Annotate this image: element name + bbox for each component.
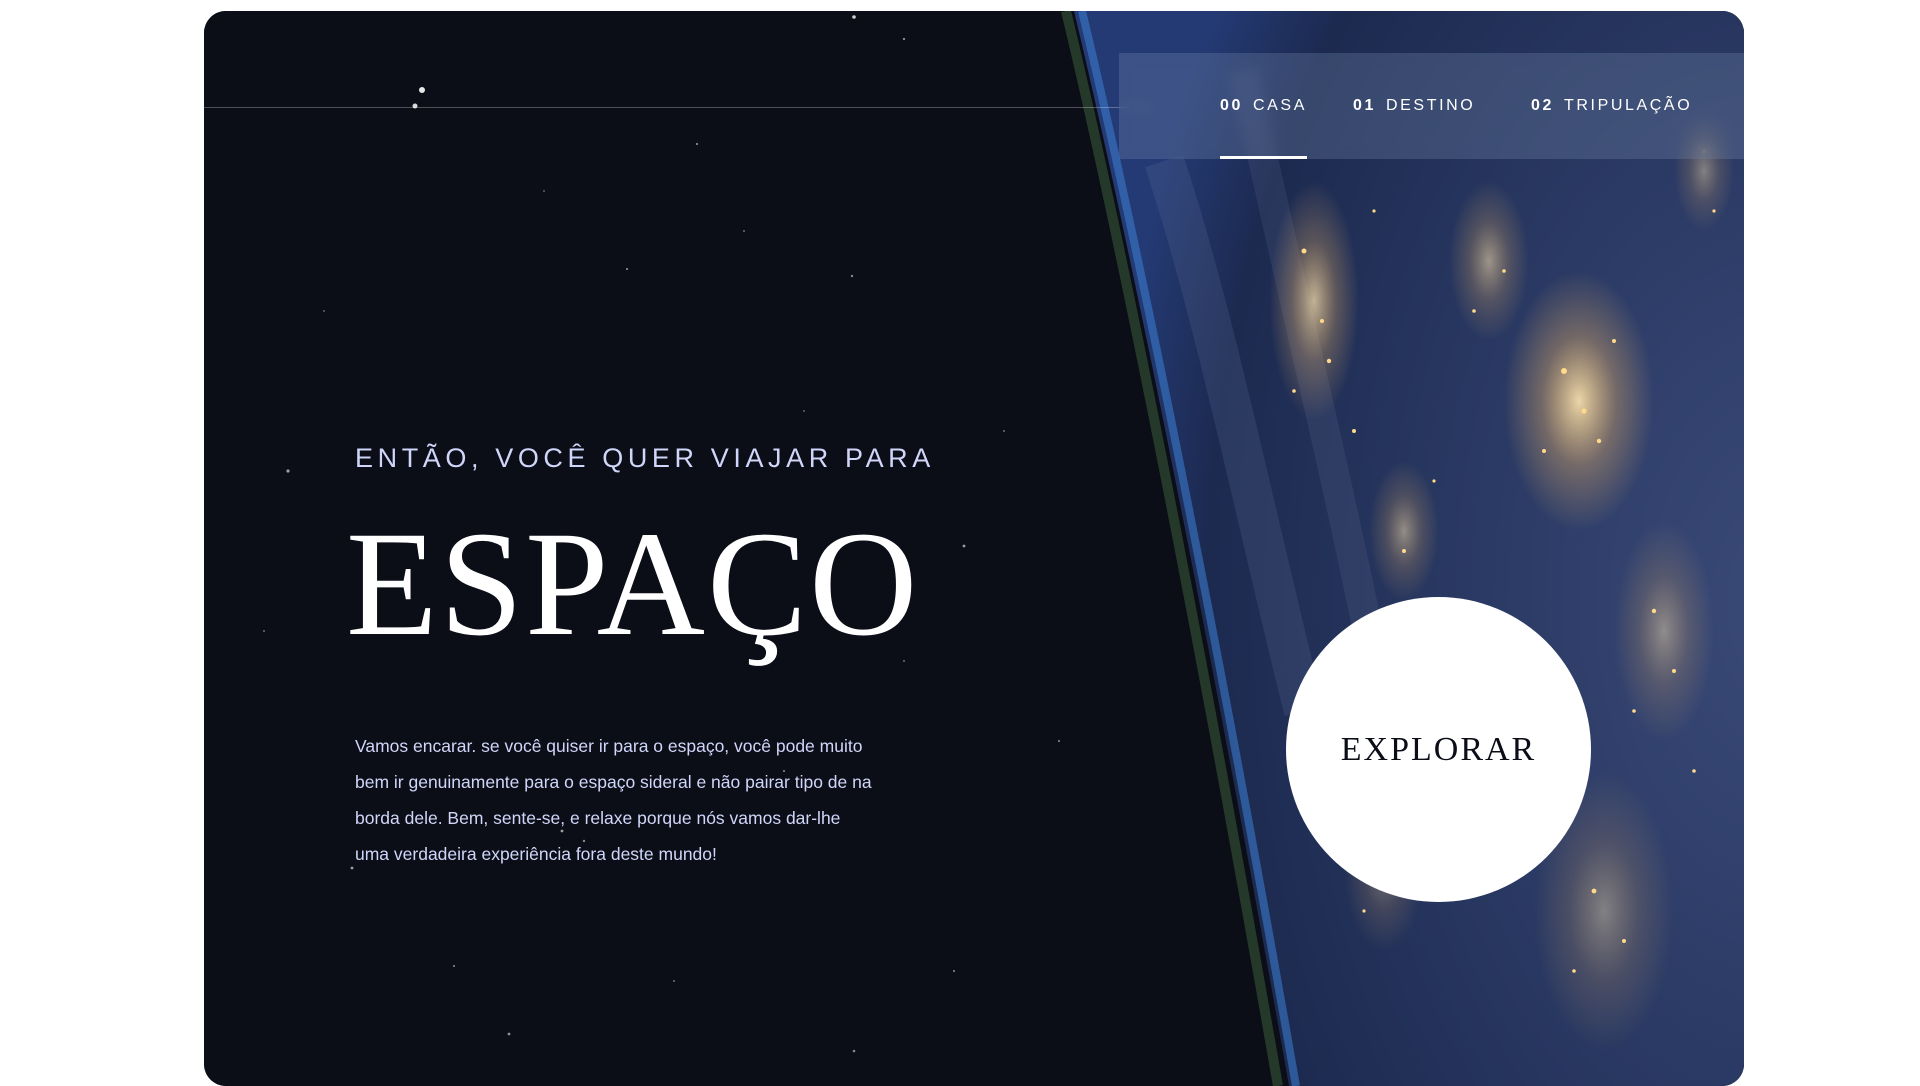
nav-item-label: CASA: [1253, 97, 1307, 114]
nav-item-tripulacao[interactable]: 02 TRIPULAÇÃO: [1531, 53, 1692, 159]
nav-item-number: 00: [1220, 97, 1243, 114]
page-frame: 00 CASA 01 DESTINO 02 TRIPULAÇÃO ENTÃO, …: [204, 11, 1744, 1086]
hero-description: Vamos encarar. se você quiser ir para o …: [355, 736, 872, 864]
nav-item-destino[interactable]: 01 DESTINO: [1353, 53, 1475, 159]
nav-divider-line: [204, 107, 1152, 108]
explore-button-label: EXPLORAR: [1340, 730, 1537, 768]
nav-item-number: 01: [1353, 97, 1376, 114]
hero-title: ESPAÇO: [346, 501, 920, 667]
nav-item-casa[interactable]: 00 CASA: [1220, 53, 1307, 159]
nav-item-number: 02: [1531, 97, 1554, 114]
nav-item-label: DESTINO: [1386, 97, 1476, 114]
main-navigation: 00 CASA 01 DESTINO 02 TRIPULAÇÃO: [1119, 53, 1744, 159]
nav-item-label: TRIPULAÇÃO: [1564, 97, 1693, 114]
explore-button[interactable]: EXPLORAR: [1286, 597, 1591, 902]
hero-kicker: ENTÃO, VOCÊ QUER VIAJAR PARA: [355, 443, 935, 473]
